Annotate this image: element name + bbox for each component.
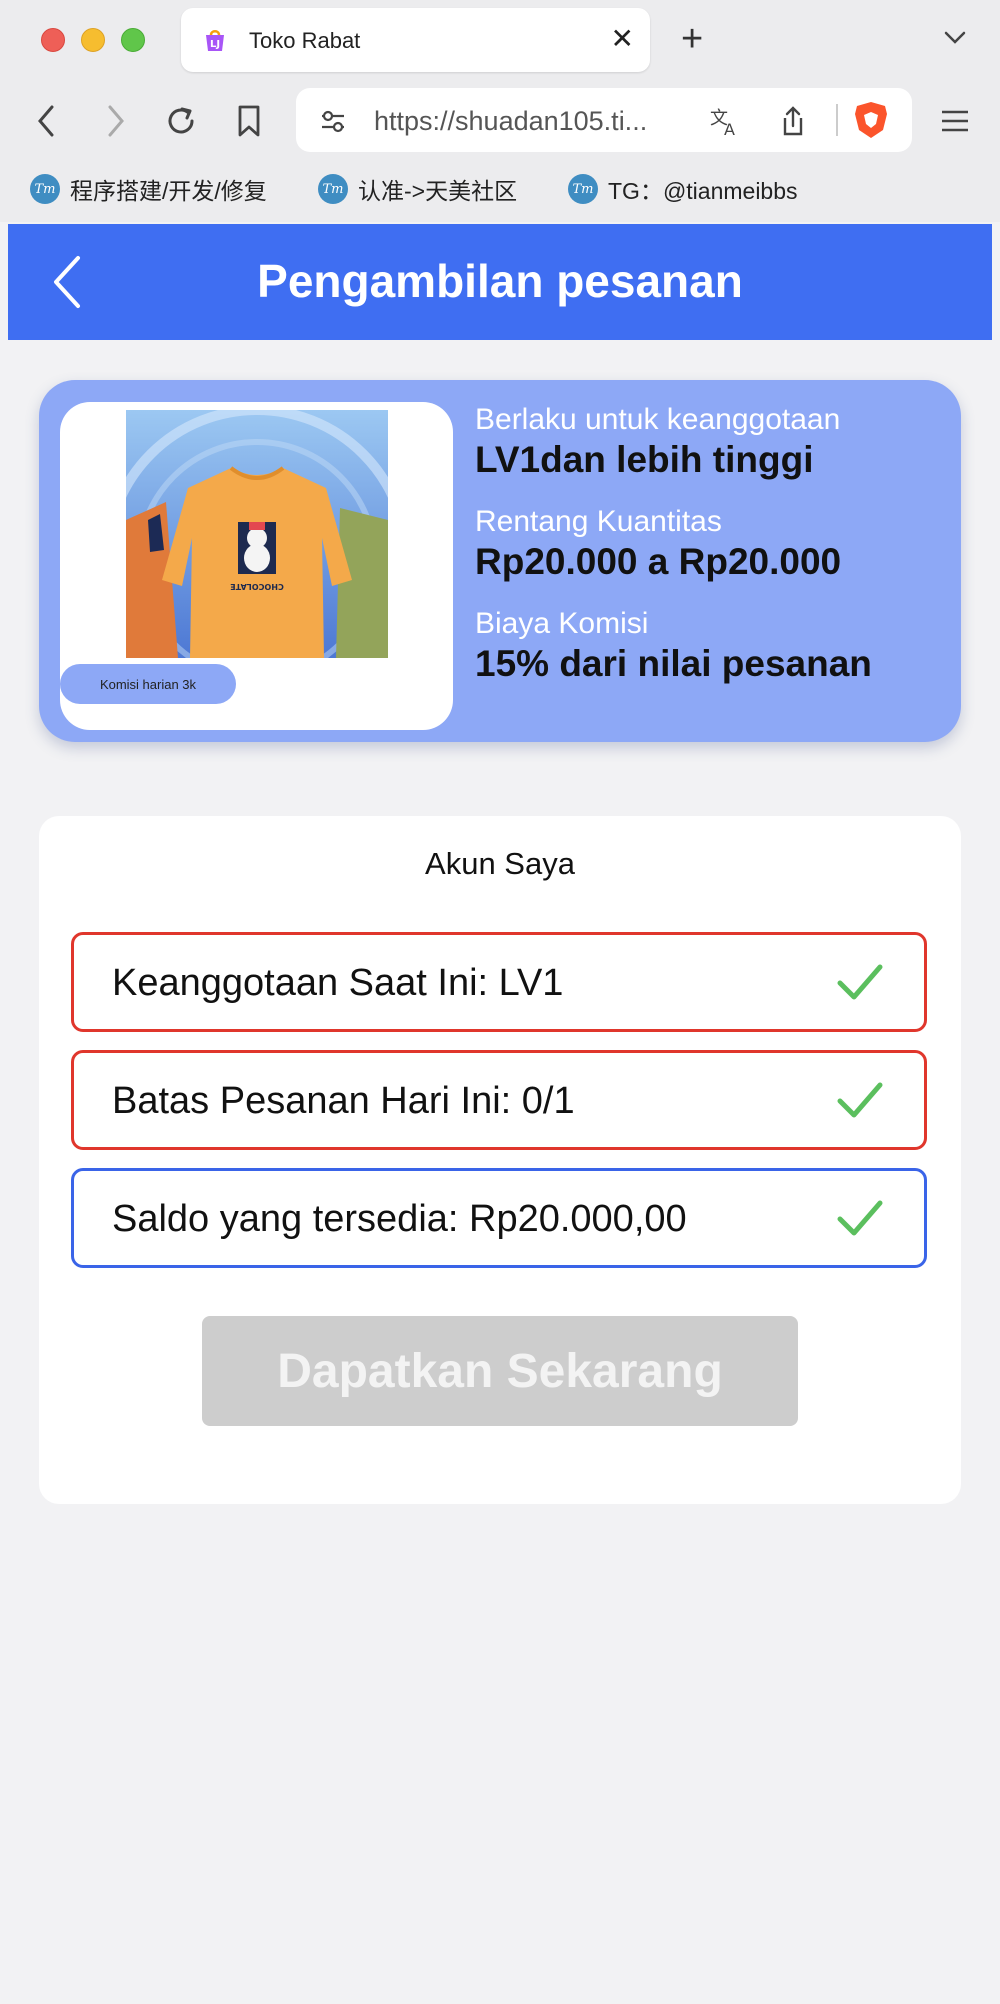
check-icon [837,1082,883,1118]
browser-chrome: LJ Toko Rabat ✕ + https://shuadan105.ti.… [0,0,1000,222]
url-separator [836,104,838,136]
bookmark-item[interactable]: Tm 认准->天美社区 [318,172,517,206]
product-image-box: CHOCOLATE Komisi harian 3k [60,402,453,730]
bookmark-label: TG：@tianmeibbs [608,178,798,204]
commission-value: 15% dari nilai pesanan [475,643,872,684]
browser-tab[interactable]: LJ Toko Rabat ✕ [181,8,650,72]
window-close-button[interactable] [41,28,65,52]
bookmark-label: 认准->天美社区 [358,178,518,204]
svg-text:CHOCOLATE: CHOCOLATE [230,582,284,591]
brave-shield-icon[interactable] [852,100,890,140]
account-title: Akun Saya [425,846,575,881]
membership-label: Berlaku untuk keanggotaan [475,403,841,436]
commission-badge: Komisi harian 3k [60,664,236,704]
balance-status-text: Saldo yang tersedia: Rp20.000,00 [112,1198,687,1240]
shop-bag-icon: LJ [206,30,224,51]
membership-status-row: Keanggotaan Saat Ini: LV1 [71,932,927,1032]
svg-text:A: A [724,120,735,138]
page-title: Pengambilan pesanan [257,255,743,307]
account-panel: Akun Saya Keanggotaan Saat Ini: LV1 Bata… [39,816,961,1504]
product-info: Berlaku untuk keanggotaan LV1dan lebih t… [475,402,945,708]
forward-arrow-icon [108,105,124,137]
window-zoom-button[interactable] [121,28,145,52]
bookmark-item[interactable]: Tm TG：@tianmeibbs [568,172,798,206]
bookmark-label: 程序搭建/开发/修复 [70,178,267,204]
membership-status-text: Keanggotaan Saat Ini: LV1 [112,962,564,1004]
reload-button[interactable] [158,98,204,144]
bookmark-favicon-icon: Tm [318,174,348,204]
address-bar[interactable]: https://shuadan105.ti... 文 A [296,88,912,152]
quantity-label: Rentang Kuantitas [475,505,722,538]
app-header: Pengambilan pesanan [8,224,992,340]
new-tab-icon[interactable]: + [681,18,703,60]
share-icon[interactable] [776,104,810,138]
navigation-bar: https://shuadan105.ti... 文 A [0,80,1000,162]
balance-status-row: Saldo yang tersedia: Rp20.000,00 [71,1168,927,1268]
back-arrow-icon [38,105,54,137]
chevron-down-icon[interactable] [940,22,970,52]
product-card: CHOCOLATE Komisi harian 3k Berlaku untuk… [39,380,961,742]
bookmark-favicon-icon: Tm [30,174,60,204]
url-text[interactable]: https://shuadan105.ti... [374,106,684,137]
order-limit-status-row: Batas Pesanan Hari Ini: 0/1 [71,1050,927,1150]
site-settings-icon[interactable] [316,104,350,138]
membership-value: LV1dan lebih tinggi [475,439,814,480]
order-limit-status-text: Batas Pesanan Hari Ini: 0/1 [112,1080,575,1122]
back-button[interactable] [24,98,70,144]
window-minimize-button[interactable] [81,28,105,52]
check-icon [837,964,883,1000]
menu-icon [942,110,968,132]
forward-button[interactable] [92,98,138,144]
reload-icon [168,107,194,134]
bookmark-item[interactable]: Tm 程序搭建/开发/修复 [30,172,267,206]
bookmark-button[interactable] [226,98,272,144]
svg-text:LJ: LJ [210,39,220,50]
tab-bar: LJ Toko Rabat ✕ + [0,0,1000,80]
product-photo[interactable]: CHOCOLATE [126,410,388,658]
commission-label: Biaya Komisi [475,607,649,640]
check-icon [837,1200,883,1236]
translate-icon[interactable]: 文 A [708,104,742,138]
bookmarks-bar: Tm 程序搭建/开发/修复 Tm 认准->天美社区 Tm TG：@tianmei… [0,164,1000,214]
tab-title: Toko Rabat [249,28,361,53]
quantity-value: Rp20.000 a Rp20.000 [475,541,842,582]
bookmark-icon [238,105,260,137]
bookmark-favicon-icon: Tm [568,174,598,204]
tab-close-icon[interactable]: ✕ [611,24,634,54]
get-now-button[interactable]: Dapatkan Sekarang [202,1316,798,1426]
menu-button[interactable] [932,98,978,144]
